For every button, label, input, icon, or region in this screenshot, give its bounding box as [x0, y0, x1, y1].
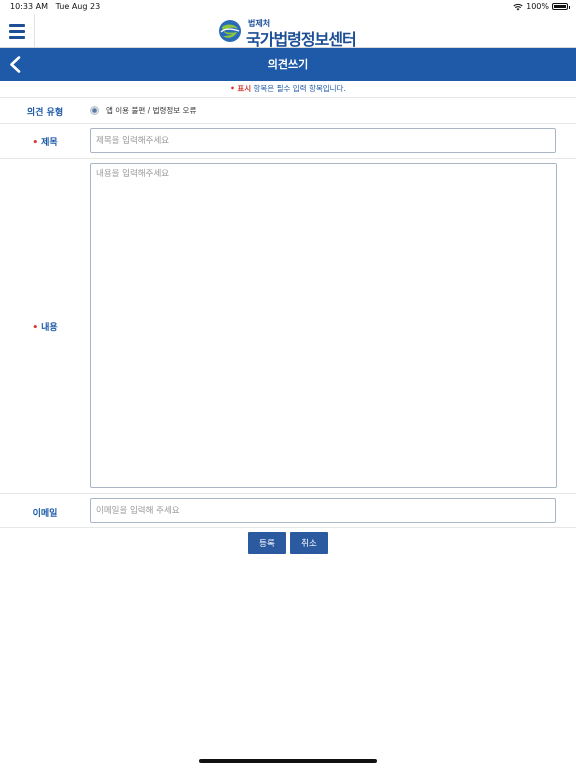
subject-label: • 제목 [0, 135, 90, 148]
opinion-type-option[interactable]: 앱 이용 불편 / 법령정보 오류 [90, 105, 196, 116]
home-indicator[interactable] [199, 759, 377, 763]
page-title: 의견쓰기 [267, 58, 309, 71]
opinion-type-row: 의견 유형 앱 이용 불편 / 법령정보 오류 [0, 97, 576, 123]
status-time: 10:33 AM Tue Aug 23 [10, 2, 101, 11]
logo[interactable]: 법제처 국가법령정보센터 [218, 18, 357, 49]
subject-input[interactable] [90, 128, 556, 153]
battery-percent: 100% [526, 2, 549, 11]
subject-label-text: 제목 [41, 138, 58, 148]
required-notice-text: 항목은 필수 입력 항목입니다. [251, 84, 346, 93]
required-mark: • [32, 138, 39, 148]
required-mark: • [230, 84, 235, 93]
logo-title: 국가법령정보센터 [246, 30, 357, 49]
chevron-left-icon [10, 56, 21, 73]
content-textarea[interactable] [90, 163, 557, 488]
required-mark: • [32, 323, 39, 333]
hamburger-menu-icon-bar [9, 36, 25, 39]
title-bar: 의견쓰기 [0, 48, 576, 81]
opinion-type-label: 의견 유형 [26, 108, 64, 118]
required-notice: • 표시 항목은 필수 입력 항목입니다. [0, 83, 576, 95]
app-header: 법제처 국가법령정보센터 [0, 14, 576, 49]
status-bar: 10:33 AM Tue Aug 23 100% [0, 0, 576, 14]
content-label: • 내용 [0, 320, 90, 333]
status-right: 100% [513, 2, 570, 11]
battery-icon [552, 3, 570, 10]
content-label-text: 내용 [41, 323, 58, 333]
email-input[interactable] [90, 498, 556, 523]
hamburger-menu-icon-bar [9, 30, 25, 33]
hamburger-menu-icon [9, 24, 25, 27]
wifi-icon [513, 3, 523, 10]
logo-globe-icon [219, 20, 241, 42]
opinion-type-option-label: 앱 이용 불편 / 법령정보 오류 [106, 106, 197, 115]
email-label: 이메일 [32, 509, 58, 519]
back-button[interactable] [0, 48, 32, 81]
radio-button[interactable] [90, 106, 99, 115]
cancel-button[interactable]: 취소 [290, 532, 328, 554]
menu-button[interactable] [0, 14, 35, 47]
required-highlight: 표시 [237, 84, 252, 93]
form-bottom-divider [0, 527, 576, 528]
submit-button[interactable]: 등록 [248, 532, 286, 554]
